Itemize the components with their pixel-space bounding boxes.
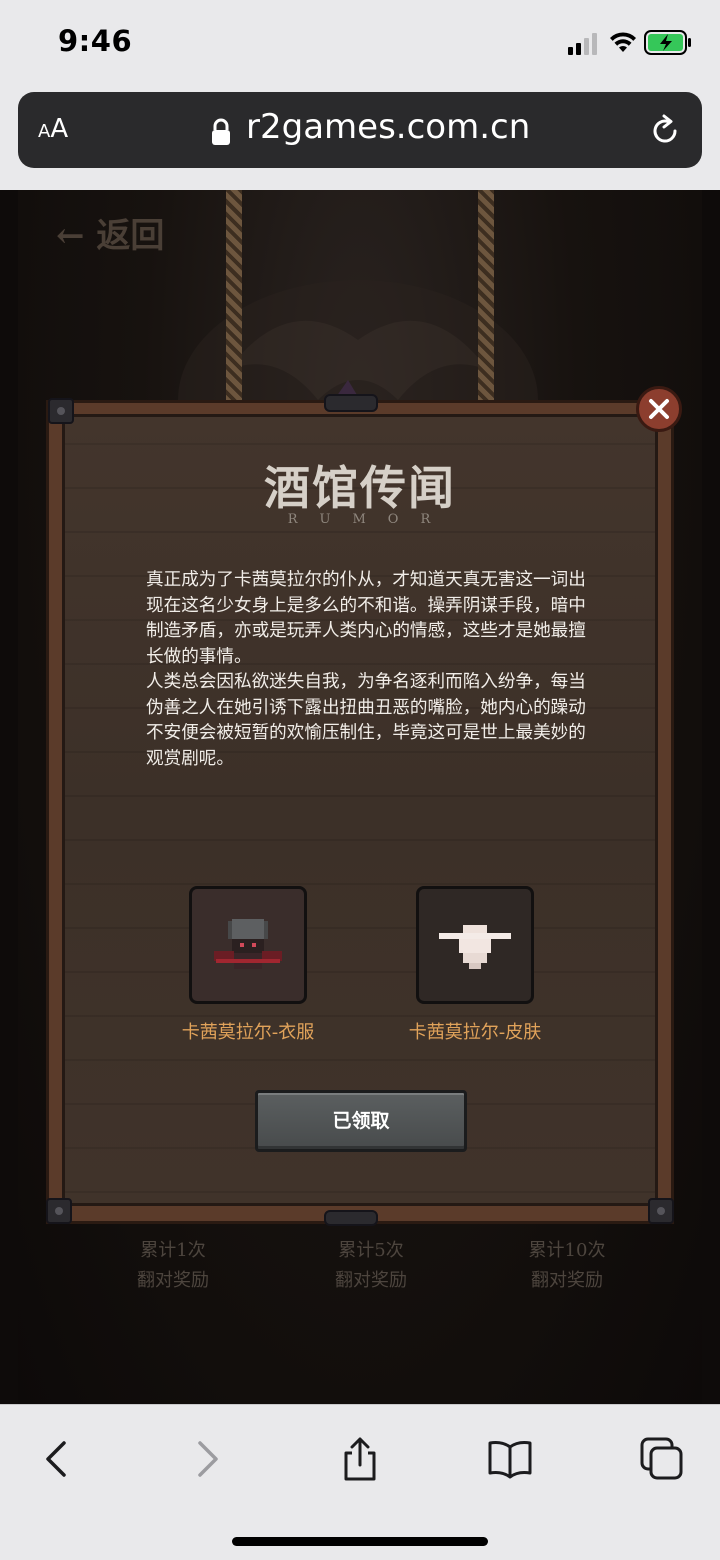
- clothes-icon: [214, 919, 282, 969]
- rope-left: [226, 190, 242, 402]
- home-indicator: [232, 1537, 488, 1546]
- reward-label-clothes: 卡茜莫拉尔-衣服: [181, 1022, 315, 1043]
- browser-bottom-toolbar: [0, 1404, 720, 1560]
- tabs-icon[interactable]: [640, 1437, 684, 1481]
- battery-charging-icon: [644, 30, 691, 55]
- reload-icon[interactable]: [648, 114, 682, 148]
- bookmarks-icon[interactable]: [488, 1437, 532, 1481]
- share-icon[interactable]: [338, 1437, 382, 1481]
- browser-top-bar: AA r2games.com.cn: [0, 88, 720, 190]
- modal-title: 酒馆传闻: [264, 461, 456, 515]
- bottom-clasp: [324, 1210, 378, 1226]
- status-time: 9:46: [58, 24, 133, 58]
- status-bar: 9:46: [0, 0, 720, 88]
- reward-card-clothes[interactable]: [189, 886, 307, 1004]
- claimed-button[interactable]: 已领取: [255, 1090, 467, 1152]
- rumor-paragraph-1: 真正成为了卡茜莫拉尔的仆从，才知道天真无害这一词出现在这名少女身上是多么的不和谐…: [146, 570, 586, 667]
- stat-reward-10: 累计10次 翻对奖励: [528, 1240, 606, 1291]
- modal-board: [62, 414, 658, 1206]
- close-button[interactable]: [636, 386, 682, 432]
- rope-right: [478, 190, 494, 402]
- reward-label-skin: 卡茜莫拉尔-皮肤: [408, 1022, 542, 1043]
- reward-card-skin[interactable]: [416, 886, 534, 1004]
- text-size-button[interactable]: AA: [38, 114, 68, 144]
- corner-bolt-bottom-right: [648, 1198, 674, 1224]
- back-button[interactable]: ← 返回: [56, 208, 164, 257]
- signal-icon: [568, 33, 597, 55]
- corner-bolt-bottom-left: [46, 1198, 72, 1224]
- url-bar[interactable]: AA r2games.com.cn: [18, 92, 702, 168]
- corner-bolt-top-left: [48, 398, 74, 424]
- url-text[interactable]: r2games.com.cn: [246, 107, 530, 147]
- wifi-icon: [610, 32, 636, 52]
- forward-arrow-icon[interactable]: [186, 1437, 230, 1481]
- skin-hat-icon: [439, 925, 511, 969]
- back-arrow-icon[interactable]: [34, 1437, 78, 1481]
- stat-reward-5: 累计5次 翻对奖励: [335, 1240, 407, 1291]
- lock-icon: [212, 118, 230, 145]
- top-clasp: [324, 394, 378, 412]
- rumor-paragraph-2: 人类总会因私欲迷失自我，为争名逐利而陷入纷争，每当伪善之人在她引诱下露出扭曲丑恶…: [146, 672, 586, 769]
- stat-reward-1: 累计1次 翻对奖励: [137, 1240, 209, 1291]
- modal-subtitle: RUMOR: [287, 512, 453, 527]
- rumor-text: 真正成为了卡茜莫拉尔的仆从，才知道天真无害这一词出现在这名少女身上是多么的不和谐…: [146, 568, 588, 772]
- close-icon: [649, 399, 669, 419]
